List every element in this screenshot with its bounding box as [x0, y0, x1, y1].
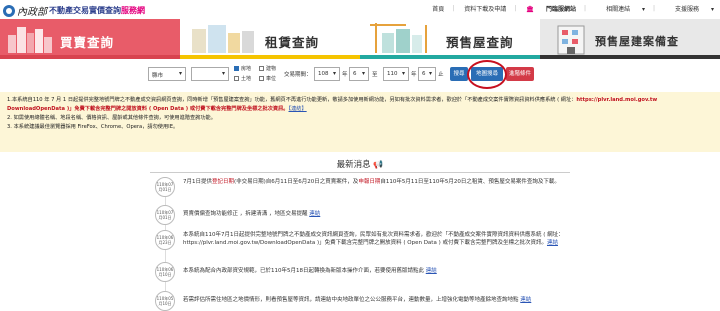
search-button[interactable]: 搜尋: [450, 67, 468, 81]
chevron-down-icon: ▾: [178, 70, 182, 77]
tab-sale-query[interactable]: 買賣查詢: [0, 19, 180, 59]
chevron-down-icon: ▾: [332, 70, 336, 77]
news-link[interactable]: 連結: [309, 211, 320, 217]
tab-label: 買賣查詢: [60, 35, 115, 50]
date-badge: 110年05 月10日: [155, 291, 175, 311]
date-badge: 110年07 月01日: [155, 205, 175, 225]
building-illustration-icon: [557, 25, 585, 55]
checkbox-icon: [259, 76, 264, 81]
logo-ministry: 內政部: [17, 7, 47, 18]
news-link[interactable]: 連結: [547, 240, 558, 246]
ministry-emblem-icon: [3, 4, 15, 17]
period-label: 交易期間：: [284, 72, 312, 78]
query-tabs: 買賣查詢 租賃查詢 預售屋查詢 預售屋建案備查: [0, 19, 720, 59]
end-month-select[interactable]: 6 ▾: [418, 67, 436, 81]
news-text: 本系統自110年7月1日起提供完整地號門牌之不動產成交資訊網頁查詢，民眾如有批次…: [183, 232, 564, 246]
site-logo[interactable]: 內政部 不動產交易實價查詢服務網: [3, 3, 145, 18]
news-link[interactable]: 連結: [520, 297, 531, 303]
checkbox-building[interactable]: 建物: [259, 65, 276, 72]
chevron-down-icon: ▾: [401, 70, 405, 77]
chevron-down-icon: ▾: [710, 6, 714, 13]
end-label: 止: [438, 72, 444, 78]
nav-related-links[interactable]: 相關連結 ▾: [596, 4, 645, 13]
chevron-down-icon: ▾: [361, 70, 365, 77]
nav-data-download[interactable]: 資料下載及申請: [464, 4, 506, 13]
checkbox-icon: [234, 66, 239, 71]
date-badge: 110年07 月01日: [155, 177, 175, 197]
header: 內政部 不動產交易實價查詢服務網 首頁 | 資料下載及申請 | 🏛 門臨服網站 …: [0, 0, 720, 19]
construction-illustration-icon: [370, 23, 427, 53]
end-year-select[interactable]: 110 ▾: [383, 67, 409, 81]
chevron-down-icon: ▾: [428, 70, 432, 77]
year-label: 年: [342, 72, 348, 78]
chevron-down-icon: ▾: [642, 6, 646, 13]
checkbox-land-building[interactable]: 房地: [234, 65, 251, 72]
date-badge: 110年06 月10日: [155, 262, 175, 282]
top-nav: 首頁 | 資料下載及申請 | 🏛 門臨服網站 | 相關連結 ▾ | 支援服務 ▾: [432, 4, 714, 13]
date-badge: 110年06 月23日: [155, 230, 175, 250]
news-title: 最新消息 📢: [336, 160, 384, 170]
notice-line-3: 3. 本系統建議最佳瀏覽器採用 FireFox、Chrome、Opera，請勿使…: [7, 124, 179, 130]
notice-line-1: 1.本系統自110 年 7 月 1 日起提供完整地號門牌之不動產成交資訊網頁查詢…: [7, 97, 658, 112]
notice-line-2: 2. 如需使用總體名稱、地段名稱、價格資訊、屋齡或其他條件查詢，可使用進階查詢功…: [7, 115, 216, 121]
highlight-circle: [467, 60, 507, 89]
nav-support[interactable]: 支援服務 ▾: [665, 4, 714, 13]
checkbox-icon: [259, 66, 264, 71]
megaphone-icon: 📢: [373, 160, 384, 169]
checkbox-land[interactable]: 土地: [234, 75, 251, 82]
tab-presale-filing[interactable]: 預售屋建案備查: [540, 19, 720, 59]
district-select[interactable]: ▾: [191, 67, 229, 81]
news-divider: [150, 172, 570, 173]
news-text: 本系統為配合內政部資安規範，已於110年5月18日起轉換為新版本操作介面，若要使…: [183, 268, 437, 274]
notice-panel: 1.本系統自110 年 7 月 1 日起提供完整地號門牌之不動產成交資訊網頁查詢…: [0, 92, 720, 152]
apartment-illustration-icon: [192, 25, 254, 53]
logo-system-name: 不動產交易實價查詢服務網: [49, 6, 145, 15]
checkbox-parking[interactable]: 車位: [259, 75, 276, 82]
tab-rent-query[interactable]: 租賃查詢: [180, 19, 360, 59]
news-text: 買賣價偏查詢功能修正 ，拆建清溝 ，地區交易提醒 連結: [183, 211, 321, 217]
city-select[interactable]: 縣市 ▾: [148, 67, 186, 81]
tab-presale-query[interactable]: 預售屋查詢: [360, 19, 540, 59]
tab-label: 預售屋建案備查: [595, 35, 679, 48]
year-label: 年: [411, 72, 417, 78]
checkbox-icon: [234, 76, 239, 81]
search-bar: 縣市 ▾ ▾ 房地 土地 建物 車位 交易期間： 108 ▾ 年 6 ▾ 至 110 ▾…: [0, 59, 720, 89]
to-label: 至: [372, 72, 378, 78]
tab-label: 預售屋查詢: [446, 35, 514, 50]
city-illustration-icon: [8, 27, 52, 53]
start-year-select[interactable]: 108 ▾: [314, 67, 340, 81]
start-month-select[interactable]: 6 ▾: [349, 67, 369, 81]
nav-service-site[interactable]: 🏛 門臨服網站: [526, 4, 576, 13]
advanced-search-button[interactable]: 進階條件: [506, 67, 534, 81]
notice-link[interactable]: 【連結】: [289, 106, 307, 112]
news-text: 7月1日提供登記日期(非交易日期)自6月11日至6月20日之買賣案件，及申報日期…: [183, 179, 560, 185]
news-link[interactable]: 連結: [426, 268, 437, 274]
chevron-down-icon: ▾: [221, 70, 225, 77]
nav-home[interactable]: 首頁: [432, 4, 444, 13]
tab-label: 租賃查詢: [265, 35, 320, 50]
